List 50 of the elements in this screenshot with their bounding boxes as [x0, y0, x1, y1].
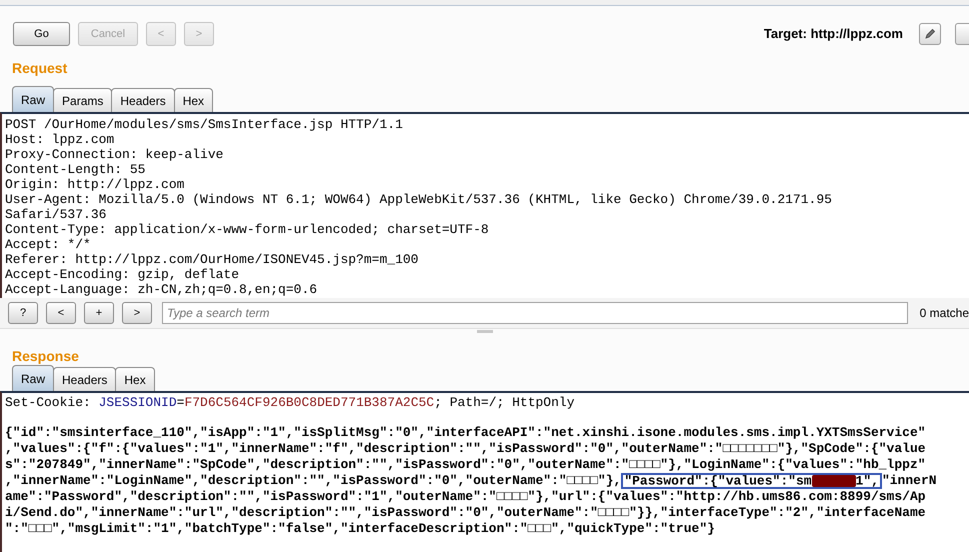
tab[interactable]: Hex	[174, 88, 214, 112]
next-button[interactable]: >	[122, 302, 152, 324]
code-line: Safari/537.36	[5, 207, 108, 222]
code-line: ,"values":{"f":{"values":"1","innerName":"f","description":"","isPassword":"0","outerName":"□□□□□□□"},"SpCode":{"value	[5, 441, 927, 457]
code-line: ":"□□□","msgLimit":"1","batchType":"false","interfaceDescription":"□□□","quickType":"true"}	[5, 521, 716, 537]
tab[interactable]: Headers	[53, 367, 116, 391]
match-count: 0 matche	[920, 305, 969, 322]
previous-button[interactable]: <	[46, 302, 76, 324]
code-line: User-Agent: Mozilla/5.0 (Windows NT 6.1; WOW64) AppleWebKit/537.36 (KHTML, like Gecko) Chrome/39.0.2171.95	[5, 192, 833, 207]
section-title: Request	[11, 60, 68, 78]
request-editor[interactable]	[0, 112, 969, 298]
redaction-mark	[812, 475, 856, 487]
target-label: Target: http://lppz.com	[764, 25, 903, 44]
section-title: Response	[11, 348, 80, 366]
code-text: "Password":{"values":"sm	[624, 473, 812, 488]
cookie-name: JSESSIONID	[98, 395, 177, 410]
code-line: POST /OurHome/modules/sms/SmsInterface.jsp HTTP/1.1	[5, 117, 404, 132]
pencil-icon	[924, 28, 936, 40]
header-text: =	[176, 395, 184, 410]
code-text: "innerN	[882, 473, 937, 488]
code-line: Referer: http://lppz.com/OurHome/ISONEV45.jsp?m=m_100	[5, 252, 420, 267]
add-button[interactable]: +	[84, 302, 114, 324]
code-text: 1",	[856, 473, 879, 488]
code-line: ame":"Password","description":"","isPassword":"1","outerName":"□□□□"},"url":{"values":"http://hb.ums86.com:8899/sms/Ap	[5, 489, 927, 505]
tab[interactable]: Params	[53, 88, 112, 112]
code-line: Host: lppz.com	[5, 132, 116, 147]
help-button[interactable]	[955, 23, 969, 45]
search-field[interactable]: Type a search term	[162, 302, 908, 324]
cookie-value: F7D6C564CF926B0C8DED771B387A2C5C	[184, 395, 434, 410]
code-line: Origin: http://lppz.com	[5, 177, 186, 192]
code-text: ,"innerName":"LoginName","description":"","isPassword":"0","outerName":"□□□□"},	[5, 473, 622, 488]
header-text: ; Path=/; HttpOnly	[434, 395, 575, 410]
tab[interactable]: Hex	[115, 367, 155, 391]
code-line: Accept-Encoding: gzip, deflate	[5, 267, 240, 282]
code-line: Proxy-Connection: keep-alive	[5, 147, 224, 162]
code-line: Accept-Language: zh-CN,zh;q=0.8,en;q=0.6	[5, 282, 318, 297]
help-button[interactable]: ?	[8, 302, 38, 324]
code-line: s":"207849","innerName":"SpCode","description":"","isPassword":"0","outerName":"□□□□"},"LoginName":{"values":"hb_lppz"	[5, 457, 927, 473]
code-line: Content-Length: 55	[5, 162, 146, 177]
code-line: i/Send.do","innerName":"url","description":"","isPassword":"0","outerName":"□□□□"}},"interfaceType":"2","interfaceName	[5, 505, 927, 521]
header-text: Set-Cookie:	[5, 395, 92, 410]
code-line: Content-Type: application/x-www-form-urlencoded; charset=UTF-8	[5, 222, 490, 237]
tab[interactable]: Headers	[111, 88, 175, 112]
go-button[interactable]: Go	[13, 22, 70, 46]
response-editor[interactable]	[0, 391, 969, 552]
tab[interactable]: Raw	[12, 86, 54, 112]
code-line: Accept: */*	[5, 237, 92, 252]
tab[interactable]: Raw	[12, 365, 54, 391]
code-line: {"id":"smsinterface_110","isApp":"1","isSplitMsg":"0","interfaceAPI":"net.xinshi.isone.modules.sms.impl.YXTSmsService"	[5, 425, 927, 441]
edit-button[interactable]	[919, 23, 941, 45]
